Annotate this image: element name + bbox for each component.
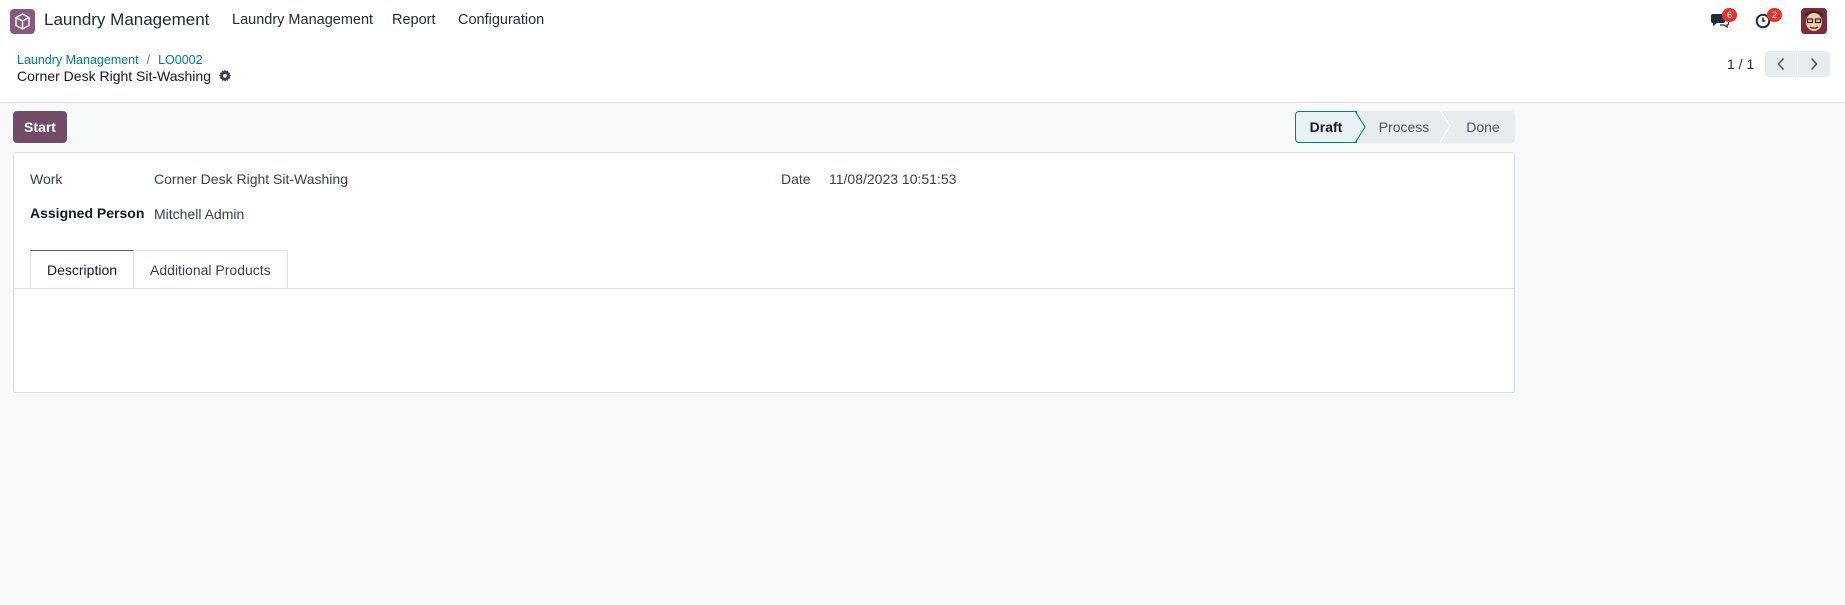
tab-description[interactable]: Description (30, 250, 135, 288)
menu-report[interactable]: Report (392, 12, 436, 28)
chevron-left-icon (1777, 57, 1785, 71)
gear-icon[interactable] (219, 70, 231, 82)
activities-button[interactable]: 2 (1755, 8, 1782, 31)
top-navbar: Laundry Management Laundry Management Re… (0, 0, 1845, 42)
breadcrumb-separator: / (146, 53, 151, 67)
pager-previous-button[interactable] (1765, 51, 1797, 77)
start-button[interactable]: Start (13, 111, 67, 143)
breadcrumb: Laundry Management / LO0002 (17, 53, 203, 67)
breadcrumb-parent-link[interactable]: Laundry Management (17, 53, 139, 67)
stage-done-label: Done (1466, 119, 1500, 135)
pager-next-button[interactable] (1798, 51, 1830, 77)
stage-draft-label: Draft (1309, 119, 1343, 135)
notebook-tabs: Description Additional Products (30, 250, 288, 288)
status-bar: Draft Process Done (1295, 110, 1515, 143)
date-label: Date (781, 171, 811, 187)
stage-done[interactable]: Done (1441, 111, 1515, 143)
menu-laundry-management[interactable]: Laundry Management (232, 12, 373, 28)
stage-arrow-icon (1355, 111, 1366, 143)
stage-process[interactable]: Process (1357, 110, 1451, 143)
activities-badge: 2 (1767, 8, 1782, 22)
menu-configuration[interactable]: Configuration (458, 12, 544, 28)
form-sheet: Work Corner Desk Right Sit-Washing Assig… (13, 152, 1515, 393)
control-panel: Laundry Management / LO0002 Corner Desk Ri… (0, 42, 1845, 103)
pager-value[interactable]: 1 / 1 (1727, 56, 1754, 72)
tab-additional-products[interactable]: Additional Products (134, 250, 288, 288)
stage-process-label: Process (1378, 119, 1430, 135)
breadcrumb-current-link[interactable]: LO0002 (158, 53, 202, 67)
assigned-person-label: Assigned Person (30, 205, 145, 221)
work-field[interactable]: Corner Desk Right Sit-Washing (154, 171, 348, 187)
messages-badge: 6 (1722, 8, 1737, 22)
tab-divider (14, 288, 1514, 289)
assigned-person-field[interactable]: Mitchell Admin (154, 206, 244, 222)
laundry-app-icon[interactable] (10, 9, 35, 34)
user-avatar[interactable] (1801, 8, 1827, 34)
date-field[interactable]: 11/08/2023 10:51:53 (829, 171, 956, 187)
record-title: Corner Desk Right Sit-Washing (17, 68, 211, 84)
work-label: Work (30, 171, 63, 187)
app-name[interactable]: Laundry Management (44, 10, 209, 30)
chevron-right-icon (1810, 57, 1818, 71)
messages-button[interactable]: 6 (1710, 8, 1737, 31)
stage-arrow-icon (1440, 110, 1451, 142)
record-title-row: Corner Desk Right Sit-Washing (17, 68, 231, 84)
stage-draft[interactable]: Draft (1295, 111, 1366, 143)
